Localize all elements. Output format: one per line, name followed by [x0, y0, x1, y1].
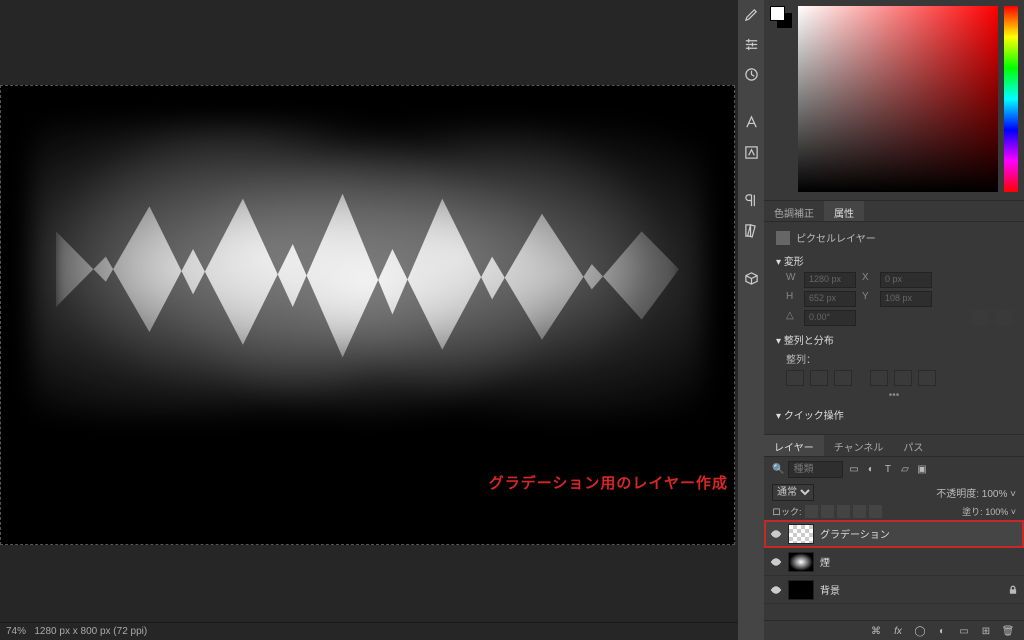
layer-list: グラデーション 煙 背景 [764, 520, 1024, 620]
status-bar: 74% 1280 px x 800 px (72 ppi) [0, 622, 738, 640]
filter-adjust-icon[interactable]: ◐ [864, 463, 877, 476]
opacity-value[interactable]: 100% [982, 489, 1008, 500]
layer-name[interactable]: グラデーション [820, 526, 890, 541]
lock-trans-icon[interactable] [805, 505, 818, 518]
layer-name[interactable]: 煙 [820, 554, 830, 569]
character-icon[interactable] [741, 112, 761, 132]
align-left-icon[interactable] [786, 370, 804, 386]
group-icon[interactable]: ▭ [958, 625, 970, 637]
opacity-label: 不透明度: [936, 489, 979, 500]
filter-smart-icon[interactable]: ▣ [915, 463, 928, 476]
right-panels: 色調補正 属性 ピクセルレイヤー 変形 W 1280 px X 0 px H 6… [764, 0, 1024, 640]
filter-pixel-icon[interactable]: ▭ [847, 463, 860, 476]
layer-thumb[interactable] [788, 524, 814, 544]
fg-bg-swatch[interactable] [770, 6, 792, 28]
visibility-icon[interactable] [770, 528, 782, 540]
pixel-layer-icon [776, 231, 790, 245]
trash-icon[interactable]: 🗑 [1002, 625, 1014, 637]
align-bottom-icon[interactable] [918, 370, 936, 386]
flip-h-icon[interactable] [972, 310, 988, 326]
properties-panel: ピクセルレイヤー 変形 W 1280 px X 0 px H 652 px Y … [764, 222, 1024, 434]
layer-filter-input[interactable] [788, 461, 843, 478]
canvas-area: 74% 1280 px x 800 px (72 ppi) グラデーション用のレ… [0, 0, 738, 640]
width-field[interactable]: 1280 px [804, 272, 856, 288]
visibility-icon[interactable] [770, 556, 782, 568]
new-layer-icon[interactable]: ⊞ [980, 625, 992, 637]
layer-row[interactable]: グラデーション [764, 520, 1024, 548]
align-buttons [786, 370, 1012, 386]
align-sublabel: 整列： [786, 351, 1012, 366]
lock-pos-icon[interactable] [837, 505, 850, 518]
tab-paths[interactable]: パス [893, 435, 933, 456]
blend-mode-select[interactable]: 通常 [772, 484, 814, 501]
color-field[interactable] [798, 6, 998, 192]
tab-properties[interactable]: 属性 [824, 201, 864, 221]
align-right-icon[interactable] [834, 370, 852, 386]
filter-type-icon[interactable]: T [881, 463, 894, 476]
align-vcenter-icon[interactable] [894, 370, 912, 386]
y-field[interactable]: 108 px [880, 291, 932, 307]
lock-nest-icon[interactable] [853, 505, 866, 518]
align-top-icon[interactable] [870, 370, 888, 386]
adjustment-icon[interactable]: ◐ [936, 625, 948, 637]
history-icon[interactable] [741, 64, 761, 84]
more-dots[interactable]: ••• [776, 390, 1012, 401]
zoom-level: 74% [6, 626, 26, 637]
glyphs-icon[interactable] [741, 142, 761, 162]
angle-icon: △ [786, 310, 798, 326]
tab-channels[interactable]: チャンネル [824, 435, 894, 456]
lock-icon [1008, 585, 1018, 595]
flip-v-icon[interactable] [996, 310, 1012, 326]
link-icon[interactable]: ⌘ [870, 625, 882, 637]
layer-type-label: ピクセルレイヤー [796, 230, 876, 245]
x-field[interactable]: 0 px [880, 272, 932, 288]
tab-color-adjust[interactable]: 色調補正 [764, 201, 824, 221]
height-field[interactable]: 652 px [804, 291, 856, 307]
fg-swatch[interactable] [770, 6, 785, 21]
w-label: W [786, 272, 798, 288]
fill-label: 塗り: [962, 507, 983, 517]
quick-group[interactable]: クイック操作 [776, 407, 1012, 422]
x-label: X [862, 272, 874, 288]
filter-shape-icon[interactable]: ▱ [898, 463, 911, 476]
swatches-icon[interactable] [741, 220, 761, 240]
paragraph-icon[interactable] [741, 190, 761, 210]
layer-thumb[interactable] [788, 552, 814, 572]
fill-value[interactable]: 100% [985, 507, 1008, 517]
lock-label: ロック: [772, 505, 802, 518]
search-icon: 🔍 [772, 464, 784, 475]
color-panel [764, 0, 1024, 200]
collapsed-panel-strip [738, 0, 764, 640]
transform-group[interactable]: 変形 [776, 253, 1012, 268]
properties-tabs: 色調補正 属性 [764, 200, 1024, 222]
visibility-icon[interactable] [770, 584, 782, 596]
layer-row[interactable]: 煙 [764, 548, 1024, 576]
document-canvas[interactable] [0, 85, 735, 545]
align-group[interactable]: 整列と分布 [776, 332, 1012, 347]
mask-icon[interactable]: ◯ [914, 625, 926, 637]
align-hcenter-icon[interactable] [810, 370, 828, 386]
layer-thumb[interactable] [788, 580, 814, 600]
angle-field[interactable]: 0.00° [804, 310, 856, 326]
layers-footer: ⌘ fx ◯ ◐ ▭ ⊞ 🗑 [764, 620, 1024, 640]
lock-all-icon[interactable] [869, 505, 882, 518]
layers-panel: レイヤー チャンネル パス 🔍 ▭ ◐ T ▱ ▣ 通常 不透明度: 100% … [764, 434, 1024, 640]
adjust-icon[interactable] [741, 34, 761, 54]
doc-info: 1280 px x 800 px (72 ppi) [34, 626, 147, 637]
tab-layers[interactable]: レイヤー [764, 435, 824, 456]
y-label: Y [862, 291, 874, 307]
fx-icon[interactable]: fx [892, 625, 904, 637]
brush-settings-icon[interactable] [741, 4, 761, 24]
3d-icon[interactable] [741, 268, 761, 288]
layer-row[interactable]: 背景 [764, 576, 1024, 604]
lock-paint-icon[interactable] [821, 505, 834, 518]
layer-name[interactable]: 背景 [820, 582, 840, 597]
hue-slider[interactable] [1004, 6, 1018, 192]
h-label: H [786, 291, 798, 307]
